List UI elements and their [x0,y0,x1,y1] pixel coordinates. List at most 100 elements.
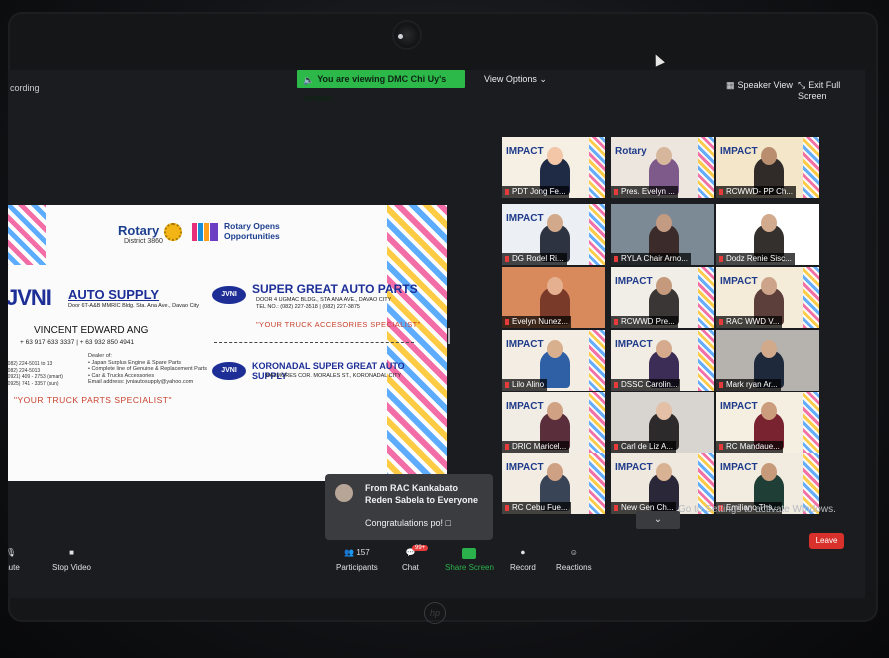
participant-face [656,147,672,165]
participant-tile[interactable]: IMPACT DSSC Carolin... [611,330,714,391]
chat-button[interactable]: 💬 99+ Chat [402,545,429,572]
chat-notification[interactable]: From RAC Kankabato Reden Sabela to Every… [325,474,493,540]
participant-face [656,340,672,358]
impact-banner: IMPACT [506,339,544,350]
participant-name: DG Rodel Ri... [502,253,567,265]
webcam-light [398,34,403,39]
viewing-banner[interactable]: 🔈 You are viewing DMC Chi Uy's screen [297,70,465,103]
hp-logo: hp [424,602,446,624]
mute-label: mute [8,563,20,572]
chevron-down-icon[interactable]: ⌄ [636,511,680,529]
opens-bars-icon [192,223,218,241]
impact-banner: IMPACT [506,462,544,473]
stop-video-button[interactable]: ■ Stop Video [52,548,91,572]
decorative-stripes [589,392,605,453]
share-screen-button[interactable]: Share Screen [445,548,494,572]
reactions-label: Reactions [556,563,592,572]
participant-face [656,277,672,295]
decorative-stripes [589,330,605,391]
participant-name: RCWWD Pre... [611,316,678,328]
rotary-wheel-icon [164,223,182,241]
participant-tile[interactable]: Dodz Renie Sisc... [716,204,819,265]
impact-banner: IMPACT [506,213,544,224]
jvni-badge: JVNI [212,362,246,380]
chat-label: Chat [402,563,419,572]
decorative-stripes [589,453,605,514]
participant-face [656,214,672,232]
top-bar: cording 🔈 You are viewing DMC Chi Uy's sc… [8,70,865,103]
participant-name: RCWWD- PP Ch... [716,186,796,198]
participant-name: RAC WWD V... [716,316,783,328]
participant-tile[interactable]: IMPACT Lilo Alino [502,330,605,391]
view-options-button[interactable]: View Options ⌄ [484,74,547,85]
participant-tile[interactable]: IMPACT RC Mandaue... [716,392,819,453]
mute-button[interactable]: 🎙 mute [8,548,20,572]
ad2-slogan: "YOUR TRUCK ACCESORIES SPECIALIST" [256,320,421,329]
impact-banner: IMPACT [720,401,758,412]
microphone-icon: 🎙 [8,548,16,557]
participant-tile[interactable]: IMPACT RC Cebu Fue... [502,453,605,514]
jvni-logo-text: AUTO SUPPLY [68,287,160,302]
participant-tile[interactable]: Evelyn Nunez... [502,267,605,328]
zoom-window: cording 🔈 You are viewing DMC Chi Uy's sc… [8,70,865,598]
chevron-down-icon: ⌄ [539,74,547,84]
participants-label: Participants [336,563,378,572]
participant-tile[interactable]: IMPACT DRIC Maricel... [502,392,605,453]
participant-face [547,402,563,420]
ad1-slogan: "YOUR TRUCK PARTS SPECIALIST" [14,395,172,405]
impact-banner: IMPACT [720,146,758,157]
participant-tile[interactable]: IMPACT RCWWD Pre... [611,267,714,328]
participant-tile[interactable]: Mark ryan Ar... [716,330,819,391]
share-screen-label: Share Screen [445,563,494,572]
video-camera-icon: ■ [69,548,74,557]
reactions-button[interactable]: ☺ Reactions [556,548,592,572]
view-options-label: View Options [484,74,537,84]
record-label: Record [510,563,536,572]
participant-face [761,214,777,232]
avatar [335,484,353,502]
decorative-stripes [803,137,819,198]
decorative-stripes [698,137,714,198]
speaker-icon: 🔈 [303,74,315,85]
participants-button[interactable]: 👥 157 Participants [336,548,378,572]
participant-name: Carl de Liz A... [611,441,677,453]
participant-name: Mark ryan Ar... [716,379,781,391]
participant-tile[interactable]: IMPACT DG Rodel Ri... [502,204,605,265]
viewing-banner-text: You are viewing DMC Chi Uy's screen [303,74,447,103]
jvni-logo: JVNI [8,285,52,310]
speaker-view-button[interactable]: ▦ Speaker View [726,80,793,91]
participant-face [547,277,563,295]
leave-button[interactable]: Leave [809,533,844,549]
speaker-view-icon: ▦ [726,80,735,91]
impact-banner: IMPACT [720,276,758,287]
participant-tile[interactable]: RYLA Chair Arno... [611,204,714,265]
participants-icon: 👥 157 [344,548,370,557]
record-button[interactable]: ⏺ Record [510,548,536,572]
participant-tile[interactable]: IMPACT RCWWD- PP Ch... [716,137,819,198]
participant-tile[interactable]: IMPACT RAC WWD V... [716,267,819,328]
participant-face [547,147,563,165]
participant-face [656,463,672,481]
rotary-logo: Rotary District 3860 [118,223,163,245]
panel-splitter-handle[interactable] [448,328,450,344]
decorative-stripes [803,267,819,328]
participant-face [761,147,777,165]
participant-face [547,214,563,232]
contact-name: VINCENT EDWARD ANG [34,325,149,336]
chat-badge: 99+ [412,545,429,551]
exit-full-screen-button[interactable]: ⤡ Exit Full Screen [798,80,865,101]
participant-tile[interactable]: Carl de Liz A... [611,392,714,453]
speaker-view-label: Speaker View [737,80,793,90]
chat-message: Congratulations po! □ [365,518,451,528]
participant-tile[interactable]: Rotary Pres. Evelyn ... [611,137,714,198]
participant-name: Evelyn Nunez... [502,316,572,328]
opens-label: Rotary Opens Opportunities [224,221,280,241]
participant-face [761,402,777,420]
participant-name: RYLA Chair Arno... [611,253,691,265]
recording-label: cording [10,83,40,93]
windows-activation-notice: Go to Settings to activate Windows. [678,504,836,515]
participant-name: DSSC Carolin... [611,379,681,391]
chat-sender: From RAC Kankabato Reden Sabela to Every… [365,483,479,505]
jvni-badge: JVNI [212,286,246,304]
participant-tile[interactable]: IMPACT PDT Jong Fe... [502,137,605,198]
